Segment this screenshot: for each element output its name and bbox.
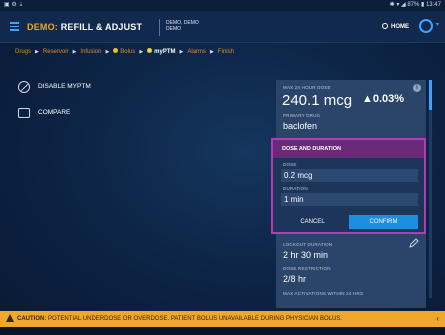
- breadcrumb-separator: ▶: [179, 49, 184, 55]
- breadcrumb-item-drugs[interactable]: Drugs: [15, 49, 31, 55]
- primary-drug-value: baclofen: [283, 121, 318, 131]
- header-divider: [159, 19, 160, 36]
- confirm-button[interactable]: CONFIRM: [349, 215, 418, 229]
- breadcrumb-separator: ▶: [139, 49, 144, 55]
- patient-label: DEMO, DEMO DEMO: [166, 20, 199, 32]
- dose-restriction-value: 2/8 hr: [283, 274, 307, 284]
- dose-and-duration-card: DOSE AND DURATION DOSE 0.2 mcg DURATION …: [271, 138, 426, 234]
- primary-drug-label: PRIMARY DRUG: [283, 113, 321, 118]
- step-status-dot-icon: [147, 48, 153, 53]
- breadcrumb-item-bolus[interactable]: Bolus: [120, 49, 135, 55]
- lockout-label: LOCKOUT DURATION: [283, 242, 333, 247]
- home-icon: [382, 23, 388, 29]
- duration-field[interactable]: 1 min: [281, 193, 418, 206]
- screen: ▣ ⚙ ⇣ ✱ ▾ ◢ 87% ▮ 13:47 DEMO: REFILL & A…: [0, 0, 445, 335]
- scrollbar-track[interactable]: [429, 80, 432, 298]
- step-status-dot-icon: [113, 48, 119, 53]
- max-activations-label: MAX ACTIVATIONS WITHIN 24 HRS: [283, 291, 364, 296]
- breadcrumb-item-infusion[interactable]: Infusion: [80, 49, 101, 55]
- home-label: HOME: [391, 24, 409, 30]
- compare-label: COMPARE: [38, 109, 71, 116]
- status-right-info: ✱ ▾ ◢ 87% ▮ 13:47: [389, 2, 441, 8]
- disable-icon: [18, 81, 30, 93]
- settings-icon[interactable]: [419, 19, 433, 33]
- home-button[interactable]: HOME: [382, 22, 409, 32]
- compare-icon: [18, 108, 30, 118]
- breadcrumb-separator: ▶: [105, 49, 110, 55]
- dose-card-header: DOSE AND DURATION: [273, 140, 424, 158]
- breadcrumb-separator: ▶: [72, 49, 77, 55]
- caution-banner: CAUTION: POTENTIAL UNDERDOSE OR OVERDOSE…: [0, 311, 445, 327]
- lockout-value: 2 hr 30 min: [283, 250, 329, 260]
- chevron-left-icon[interactable]: ‹: [436, 311, 439, 327]
- caution-message: POTENTIAL UNDERDOSE OR OVERDOSE. PATIENT…: [48, 316, 342, 322]
- max24-value: 240.1 mcg: [282, 92, 353, 109]
- breadcrumb-item-myptm[interactable]: myPTM: [154, 49, 175, 55]
- breadcrumb-separator: ▶: [210, 49, 214, 55]
- dose-field[interactable]: 0.2 mcg: [281, 169, 418, 182]
- patient-id: DEMO: [166, 26, 181, 32]
- duration-label: DURATION: [283, 186, 308, 191]
- info-icon[interactable]: i: [413, 84, 421, 92]
- page-title: DEMO: REFILL & ADJUST: [27, 21, 142, 33]
- breadcrumb-item-finish[interactable]: Finish: [218, 49, 234, 55]
- bottom-strip: [0, 327, 445, 335]
- edit-icon[interactable]: [409, 238, 419, 248]
- max24-label: MAX 24 HOUR DOSE: [283, 85, 331, 90]
- settings-caret-icon[interactable]: ▾: [436, 21, 439, 28]
- system-status-bar: ▣ ⚙ ⇣ ✱ ▾ ◢ 87% ▮ 13:47: [0, 0, 445, 11]
- app-header: DEMO: REFILL & ADJUST DEMO, DEMO DEMO HO…: [0, 11, 445, 43]
- dose-restriction-label: DOSE RESTRICTION: [283, 266, 331, 271]
- status-left-icons: ▣ ⚙ ⇣: [4, 2, 24, 8]
- breadcrumb-item-alarms[interactable]: Alarms: [187, 49, 206, 55]
- menu-icon[interactable]: [10, 22, 19, 31]
- caution-keyword: CAUTION:: [17, 316, 47, 322]
- warning-icon: [6, 314, 14, 322]
- title-main: REFILL & ADJUST: [60, 22, 143, 32]
- cancel-button[interactable]: CANCEL: [281, 215, 344, 229]
- breadcrumb-separator: ▶: [35, 49, 39, 55]
- dose-label: DOSE: [283, 162, 297, 167]
- max24-delta: ▲0.03%: [362, 93, 405, 105]
- breadcrumb: Drugs ▶ Reservoir ▶ Infusion ▶ Bolus ▶ myPTM ▶ Ala…: [15, 46, 234, 58]
- scrollbar-thumb[interactable]: [429, 80, 432, 110]
- disable-myptm-label: DISABLE MYPTM: [38, 83, 91, 90]
- title-demo-prefix: DEMO:: [27, 22, 58, 32]
- breadcrumb-item-reservoir[interactable]: Reservoir: [43, 49, 69, 55]
